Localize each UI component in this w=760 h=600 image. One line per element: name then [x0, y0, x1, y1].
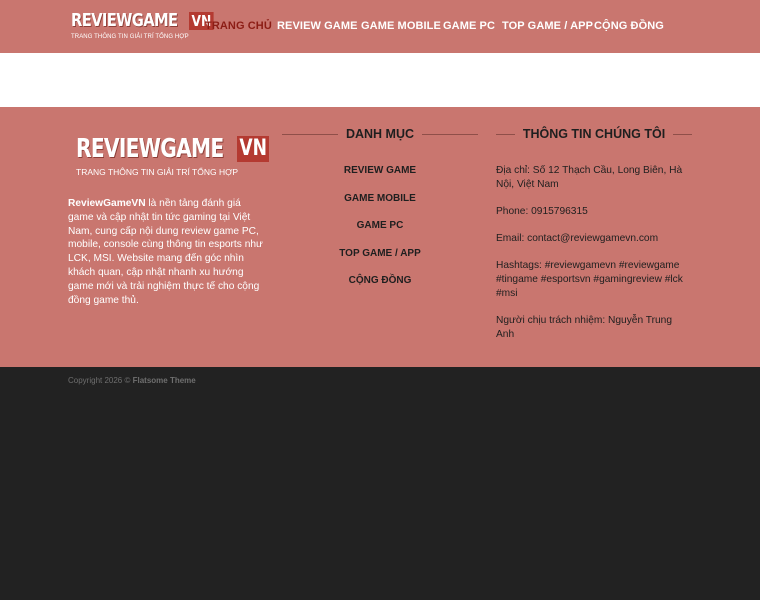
theme-credit[interactable]: Flatsome Theme: [133, 376, 196, 385]
info-title-text: THÔNG TIN CHÚNG TÔI: [522, 127, 666, 141]
nav-item-cong-dong[interactable]: CỘNG ĐỒNG: [594, 20, 664, 32]
info-responsible: Người chịu trách nhiệm: Nguyễn Trung Anh: [496, 315, 673, 340]
footer-widgets: REVIEWGAME VN TRANG THÔNG TIN GIẢI TRÍ T…: [0, 107, 760, 367]
footer-logo[interactable]: REVIEWGAME VN TRANG THÔNG TIN GIẢI TRÍ T…: [76, 134, 270, 179]
title-divider-right: [673, 133, 692, 135]
site-logo[interactable]: REVIEWGAME VN TRANG THÔNG TIN GIẢI TRÍ T…: [71, 10, 214, 43]
title-divider-right: [422, 133, 478, 135]
footer-menu-cong-dong[interactable]: CỘNG ĐỒNG: [282, 274, 478, 302]
site-header: REVIEWGAME VN TRANG THÔNG TIN GIẢI TRÍ T…: [0, 0, 760, 53]
footer-menu-game-mobile[interactable]: GAME MOBILE: [282, 192, 478, 220]
menu-widget-title: DANH MỤC: [282, 127, 478, 141]
info-phone[interactable]: Phone: 0915796315: [496, 205, 692, 219]
main-content-area: [0, 53, 760, 107]
footer-menu-top-game-app[interactable]: TOP GAME / APP: [282, 247, 478, 275]
info-hashtags: Hashtags: #reviewgamevn #reviewgame #tin…: [496, 260, 683, 299]
copyright-prefix: Copyright 2026 ©: [68, 376, 133, 385]
nav-item-game-pc[interactable]: GAME PC: [443, 20, 495, 32]
footer-logo-tagline: TRANG THÔNG TIN GIẢI TRÍ TỔNG HỢP: [76, 167, 239, 177]
footer-logo-brand-text: REVIEWGAME: [76, 134, 224, 164]
logo-tagline: TRANG THÔNG TIN GIẢI TRÍ TỔNG HỢP: [71, 34, 189, 40]
absolute-footer: Copyright 2026 © Flatsome Theme: [0, 367, 760, 600]
footer-menu-list: REVIEW GAME GAME MOBILE GAME PC TOP GAME…: [282, 164, 478, 302]
nav-item-game-mobile[interactable]: GAME MOBILE: [361, 20, 441, 32]
info-email[interactable]: Email: contact@reviewgamevn.com: [496, 232, 692, 246]
footer-about-text: ReviewGameVN là nền tảng đánh giá game v…: [68, 197, 264, 307]
about-brand-name: ReviewGameVN: [68, 198, 146, 209]
footer-menu-review-game[interactable]: REVIEW GAME: [282, 164, 478, 192]
nav-item-review-game[interactable]: REVIEW GAME: [277, 20, 358, 32]
title-divider-left: [282, 133, 338, 135]
footer-info: Địa chỉ: Số 12 Thạch Cầu, Long Biên, Hà …: [496, 164, 692, 355]
info-widget-title: THÔNG TIN CHÚNG TÔI: [496, 127, 692, 141]
menu-title-text: DANH MỤC: [345, 127, 415, 141]
footer-logo-vn-badge: VN: [237, 136, 270, 162]
nav-item-trang-chu[interactable]: TRANG CHỦ: [205, 20, 272, 32]
nav-item-top-game-app[interactable]: TOP GAME / APP: [502, 20, 593, 32]
footer-menu-game-pc[interactable]: GAME PC: [282, 219, 478, 247]
info-address: Địa chỉ: Số 12 Thạch Cầu, Long Biên, Hà …: [496, 165, 683, 190]
about-description: là nền tảng đánh giá game và cập nhật ti…: [68, 198, 263, 306]
title-divider-left: [496, 133, 515, 135]
logo-brand-text: REVIEWGAME: [71, 10, 178, 31]
copyright-text: Copyright 2026 © Flatsome Theme: [68, 376, 196, 385]
